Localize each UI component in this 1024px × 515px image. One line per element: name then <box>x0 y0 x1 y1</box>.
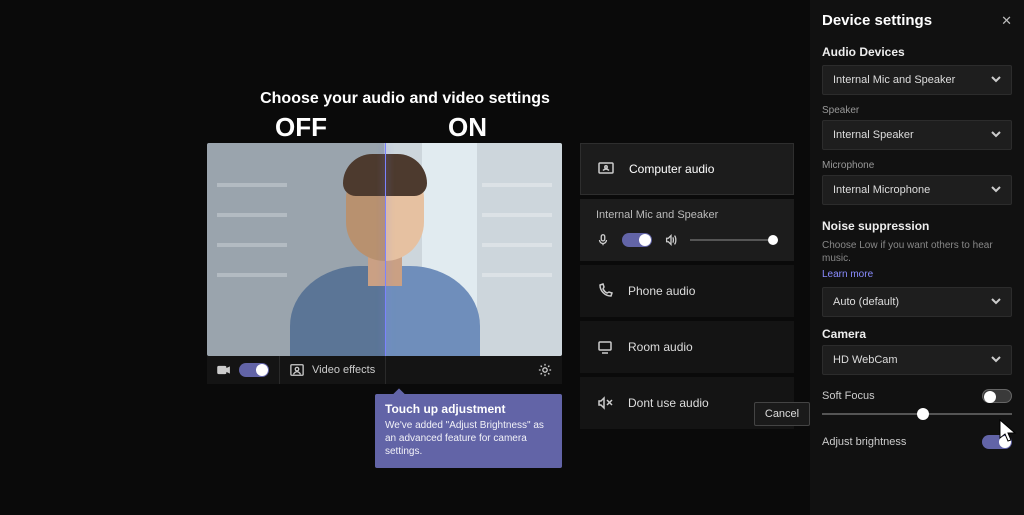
camera-select[interactable]: HD WebCam <box>822 345 1012 375</box>
audio-internal-row: Internal Mic and Speaker <box>580 199 794 261</box>
mic-label: Microphone <box>822 160 1012 171</box>
volume-slider[interactable] <box>690 239 778 241</box>
dropdown-value: Internal Mic and Speaker <box>833 74 955 86</box>
on-label: ON <box>448 112 487 143</box>
adjust-brightness-label: Adjust brightness <box>822 436 906 448</box>
audio-device-select[interactable]: Internal Mic and Speaker <box>822 65 1012 95</box>
speaker-icon <box>664 233 678 247</box>
video-effects-button[interactable]: Video effects <box>280 356 385 384</box>
chevron-down-icon <box>991 296 1001 309</box>
audio-devices-label: Audio Devices <box>822 45 1012 59</box>
dropdown-value: Auto (default) <box>833 296 899 308</box>
gear-icon <box>538 363 552 377</box>
audio-option-label: Computer audio <box>629 162 714 176</box>
soft-focus-label: Soft Focus <box>822 390 875 402</box>
mic-select[interactable]: Internal Microphone <box>822 175 1012 205</box>
dropdown-value: Internal Speaker <box>833 129 914 141</box>
off-label: OFF <box>275 112 327 143</box>
mic-icon <box>596 233 610 247</box>
camera-toggle[interactable] <box>239 363 269 377</box>
dropdown-value: Internal Microphone <box>833 184 930 196</box>
learn-more-link[interactable]: Learn more <box>822 269 873 280</box>
noise-help-text: Choose Low if you want others to hear mu… <box>822 239 1012 265</box>
preview-settings-button[interactable] <box>528 356 562 384</box>
tooltip-body: We've added "Adjust Brightness" as an ad… <box>385 419 552 458</box>
comparison-divider[interactable] <box>385 143 386 356</box>
mic-toggle[interactable] <box>622 233 652 247</box>
phone-icon <box>596 282 614 300</box>
tooltip-title: Touch up adjustment <box>385 402 552 416</box>
page-title: Choose your audio and video settings <box>0 90 810 108</box>
camera-preview <box>207 143 562 356</box>
audio-option-phone[interactable]: Phone audio <box>580 265 794 317</box>
camera-label: Camera <box>822 327 1012 341</box>
adjust-brightness-toggle[interactable] <box>982 435 1012 449</box>
internal-mic-label: Internal Mic and Speaker <box>596 209 778 221</box>
preview-toolbar: Video effects <box>207 356 562 384</box>
device-settings-panel: Device settings ✕ Audio Devices Internal… <box>810 0 1024 515</box>
video-effects-label: Video effects <box>312 364 375 376</box>
audio-option-room[interactable]: Room audio <box>580 321 794 373</box>
chevron-down-icon <box>991 74 1001 87</box>
chevron-down-icon <box>991 184 1001 197</box>
close-icon[interactable]: ✕ <box>1001 13 1012 29</box>
cancel-button[interactable]: Cancel <box>754 402 810 426</box>
panel-title: Device settings <box>822 12 932 29</box>
computer-audio-icon <box>597 160 615 178</box>
touch-up-tooltip: Touch up adjustment We've added "Adjust … <box>375 394 562 468</box>
camera-icon <box>217 363 231 377</box>
chevron-down-icon <box>991 354 1001 367</box>
audio-option-label: Phone audio <box>628 284 695 298</box>
speaker-select[interactable]: Internal Speaker <box>822 120 1012 150</box>
audio-option-label: Dont use audio <box>628 396 709 410</box>
room-icon <box>596 338 614 356</box>
audio-option-computer[interactable]: Computer audio <box>580 143 794 195</box>
dropdown-value: HD WebCam <box>833 354 898 366</box>
audio-option-label: Room audio <box>628 340 693 354</box>
person-bg-icon <box>290 363 304 377</box>
soft-focus-toggle[interactable] <box>982 389 1012 403</box>
noise-label: Noise suppression <box>822 219 1012 233</box>
noise-select[interactable]: Auto (default) <box>822 287 1012 317</box>
speaker-label: Speaker <box>822 105 1012 116</box>
chevron-down-icon <box>991 129 1001 142</box>
soft-focus-slider[interactable] <box>822 413 1012 415</box>
no-audio-icon <box>596 394 614 412</box>
